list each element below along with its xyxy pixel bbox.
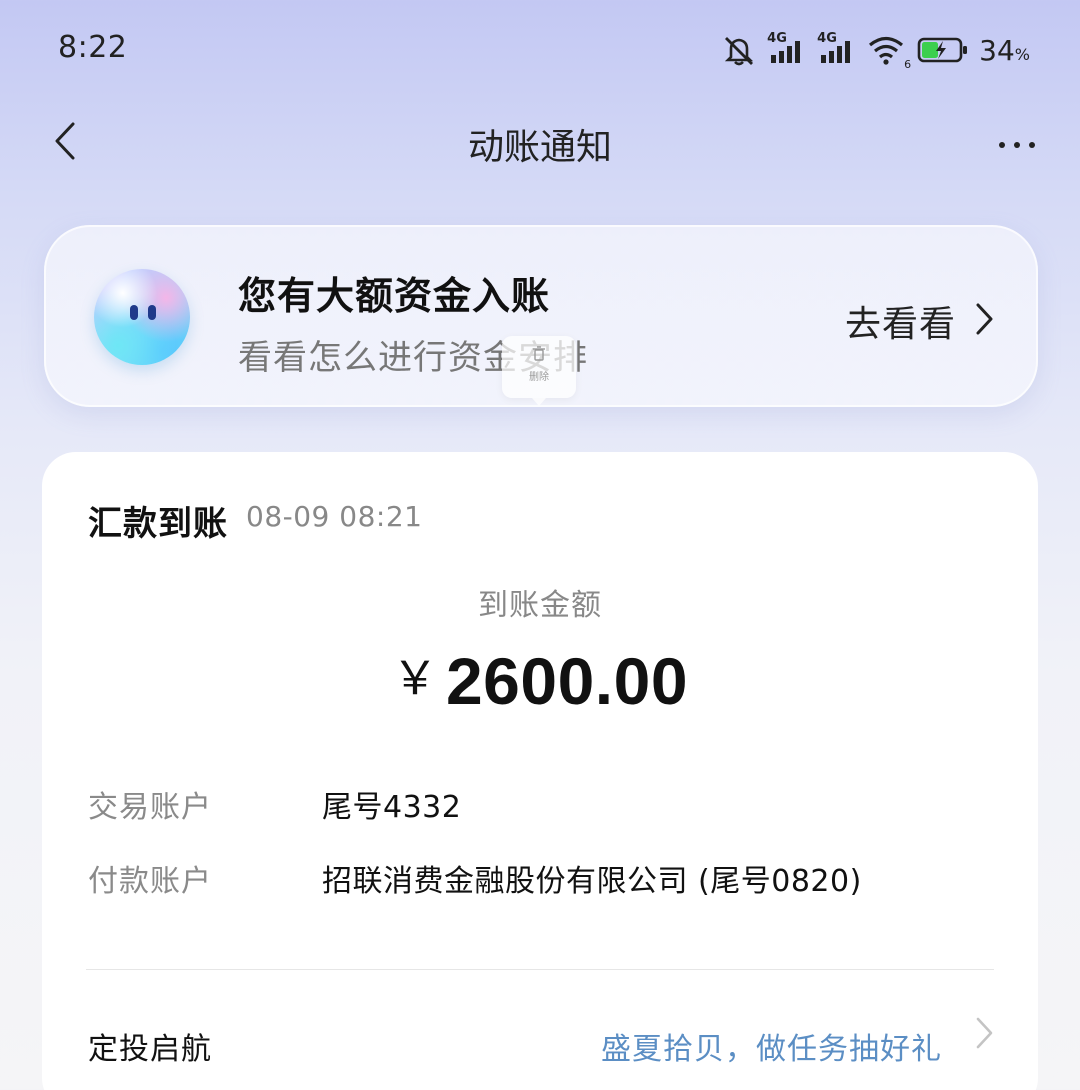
detail-row-payer-account: 付款账户 招联消费金融股份有限公司 (尾号0820) <box>88 856 998 900</box>
currency-symbol: ￥ <box>391 652 438 704</box>
mascot-eye <box>148 305 156 320</box>
detail-label: 付款账户 <box>88 864 212 899</box>
more-button[interactable] <box>992 125 1042 165</box>
amount-value: 2600.00 <box>445 644 689 718</box>
battery-percent-value: 34 <box>979 33 1015 67</box>
chevron-right-icon <box>974 1016 994 1054</box>
amount: ￥ 2600.00 <box>42 642 1038 719</box>
promo-row-label: 定投启航 <box>88 1032 212 1067</box>
divider <box>86 969 994 970</box>
detail-row-trade-account: 交易账户 尾号4332 <box>88 782 998 826</box>
wifi-generation-label: 6 <box>904 58 912 71</box>
transaction-card: 汇款到账 08-09 08:21 到账金额 ￥ 2600.00 交易账户 尾号43… <box>42 452 1038 1090</box>
battery-percent: 34% <box>979 34 1030 67</box>
go-see-label: 去看看 <box>844 304 956 345</box>
mascot-avatar <box>94 269 190 365</box>
status-icons: 4G 4G 6 34% <box>721 30 1030 71</box>
transaction-time: 08-09 08:21 <box>246 500 423 533</box>
page-title: 动账通知 <box>467 127 612 168</box>
promo-row-link[interactable]: 盛夏拾贝，做任务抽好礼 <box>601 1024 942 1068</box>
detail-label: 交易账户 <box>88 790 212 825</box>
wifi-icon: 6 <box>867 35 911 71</box>
more-dot <box>1029 142 1035 148</box>
signal-4g-icon: 4G <box>767 31 807 65</box>
battery-percent-unit: % <box>1014 44 1030 64</box>
go-see-button[interactable]: 去看看 <box>845 295 994 347</box>
network-type-label: 4G <box>767 31 787 46</box>
mascot-eye <box>130 305 138 320</box>
more-dot <box>1014 142 1020 148</box>
transaction-type: 汇款到账 <box>88 504 228 544</box>
network-type-label: 4G <box>817 31 837 46</box>
status-bar: 8:22 4G 4G 6 34% <box>0 0 1080 100</box>
status-time: 8:22 <box>58 30 128 65</box>
chevron-right-icon <box>974 302 994 340</box>
more-dot <box>999 142 1005 148</box>
mute-icon <box>721 33 757 67</box>
detail-value: 尾号4332 <box>322 790 462 825</box>
investment-promo-row[interactable]: 定投启航 盛夏拾贝，做任务抽好礼 <box>88 1012 994 1072</box>
signal-4g-icon: 4G <box>817 31 857 65</box>
delete-tooltip-label: 删除 <box>529 372 549 383</box>
delete-tooltip[interactable]: 删除 <box>502 336 576 406</box>
banner-title: 您有大额资金入账 <box>238 274 551 318</box>
amount-label: 到账金额 <box>478 588 602 623</box>
detail-value: 招联消费金融股份有限公司 (尾号0820) <box>322 864 862 899</box>
battery-charging-icon <box>917 36 969 64</box>
trash-icon <box>532 346 546 366</box>
